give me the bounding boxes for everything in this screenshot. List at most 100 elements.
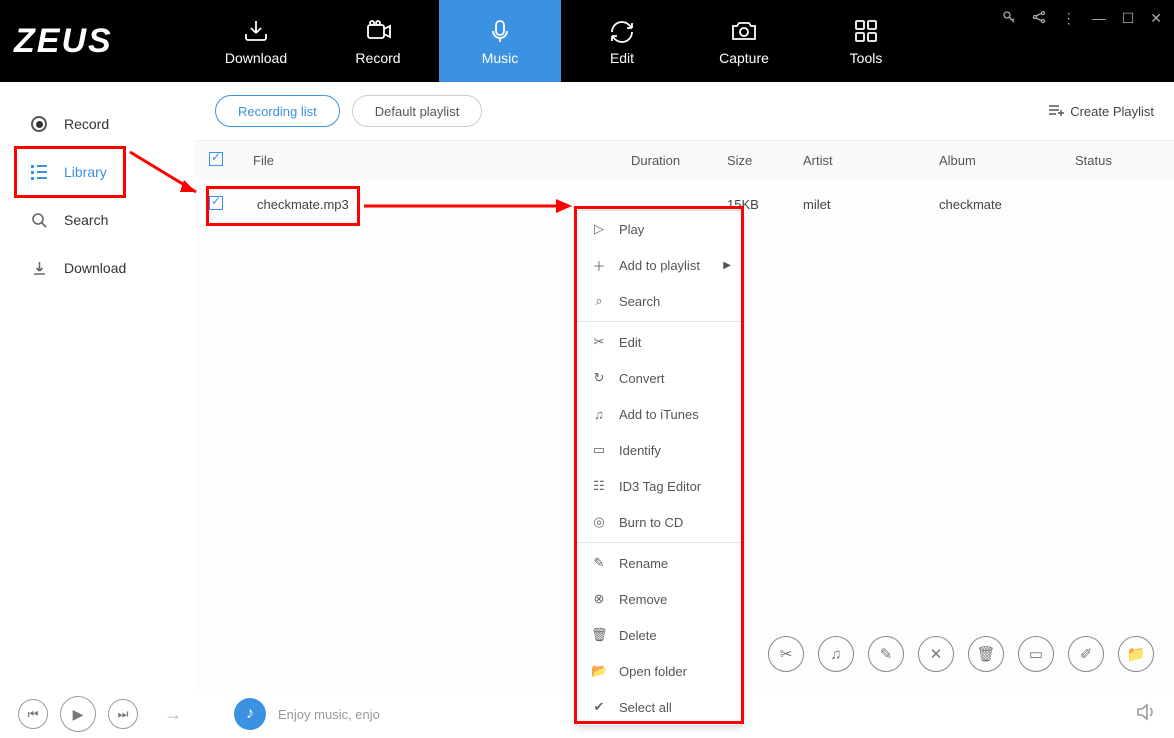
tool-id3-icon[interactable]: ▭ <box>1018 636 1054 672</box>
plus-icon: ＋ <box>591 256 607 275</box>
prev-button[interactable]: ⏮ <box>18 699 48 729</box>
close-icon[interactable]: ✕ <box>1150 10 1162 27</box>
record-icon <box>363 16 393 46</box>
tool-itunes-icon[interactable]: ♫ <box>818 636 854 672</box>
create-playlist-button[interactable]: Create Playlist <box>1048 103 1154 120</box>
sidebar-label: Library <box>64 164 107 180</box>
ctx-rename[interactable]: ✎Rename <box>577 545 741 581</box>
col-file[interactable]: File <box>253 153 631 168</box>
create-playlist-label: Create Playlist <box>1070 104 1154 119</box>
search-icon <box>30 211 48 229</box>
nav-edit[interactable]: Edit <box>561 0 683 82</box>
nav-label: Tools <box>850 50 883 66</box>
sidebar-item-record[interactable]: Record <box>0 100 195 148</box>
ctx-search[interactable]: ⌕Search <box>577 283 741 319</box>
cell-artist: milet <box>803 197 939 212</box>
col-artist[interactable]: Artist <box>803 153 939 168</box>
default-playlist-button[interactable]: Default playlist <box>352 95 483 127</box>
sidebar-item-library[interactable]: Library <box>0 148 195 196</box>
nav-music[interactable]: Music <box>439 0 561 82</box>
ctx-delete[interactable]: 🗑Delete <box>577 617 741 653</box>
convert-icon: ↻ <box>591 370 607 386</box>
sidebar-item-search[interactable]: Search <box>0 196 195 244</box>
ctx-select-all[interactable]: ✔Select all <box>577 689 741 725</box>
share-icon[interactable] <box>1032 10 1046 27</box>
ctx-edit[interactable]: ✂Edit <box>577 324 741 360</box>
identify-icon: ▭ <box>591 442 607 458</box>
table-header: File Duration Size Artist Album Status <box>195 140 1174 180</box>
col-duration[interactable]: Duration <box>631 153 727 168</box>
check-icon: ✔ <box>591 699 607 715</box>
row-checkbox[interactable] <box>209 196 223 210</box>
sidebar-label: Search <box>64 212 108 228</box>
tool-delete-icon[interactable]: 🗑 <box>968 636 1004 672</box>
key-icon[interactable] <box>1002 10 1016 27</box>
titlebar: ZEUS Download Record Music Edit <box>0 0 1174 82</box>
sidebar-label: Record <box>64 116 109 132</box>
menu-icon[interactable]: ⋮ <box>1062 10 1076 27</box>
nav-record[interactable]: Record <box>317 0 439 82</box>
ctx-open-folder[interactable]: 📂Open folder <box>577 653 741 689</box>
itunes-icon: ♫ <box>591 407 607 422</box>
trash-icon: 🗑 <box>591 627 607 643</box>
player-text: Enjoy music, enjo <box>278 707 380 722</box>
folder-icon: 📂 <box>591 663 607 679</box>
nav-capture[interactable]: Capture <box>683 0 805 82</box>
cell-file: checkmate.mp3 <box>253 197 631 212</box>
content-toolbar: Recording list Default playlist Create P… <box>195 82 1174 140</box>
chevron-right-icon: ▶ <box>723 260 731 271</box>
nav-label: Record <box>355 50 400 66</box>
maximize-icon[interactable]: ☐ <box>1122 10 1135 27</box>
sidebar: Record Library Search Download <box>0 82 195 690</box>
cd-icon: ◎ <box>591 514 607 530</box>
remove-icon: ⊗ <box>591 591 607 607</box>
pencil-icon: ✎ <box>591 555 607 571</box>
ctx-burn[interactable]: ◎Burn to CD <box>577 504 741 540</box>
ctx-convert[interactable]: ↻Convert <box>577 360 741 396</box>
shuffle-icon[interactable]: → <box>164 704 182 725</box>
ctx-play[interactable]: ▷Play <box>577 211 741 247</box>
sidebar-label: Download <box>64 260 126 276</box>
minimize-icon[interactable]: — <box>1092 10 1106 27</box>
nav-label: Edit <box>610 50 634 66</box>
sidebar-item-download[interactable]: Download <box>0 244 195 292</box>
tool-edit-icon[interactable]: ✎ <box>868 636 904 672</box>
logo: ZEUS <box>0 0 195 82</box>
tag-icon: ☷ <box>591 478 607 494</box>
playlist-plus-icon <box>1048 103 1064 120</box>
recording-list-button[interactable]: Recording list <box>215 95 340 127</box>
nav-tools[interactable]: Tools <box>805 0 927 82</box>
play-button[interactable]: ▶ <box>60 696 96 732</box>
tool-scissors-icon[interactable]: ✂ <box>768 636 804 672</box>
logo-text: ZEUS <box>14 22 113 61</box>
col-status[interactable]: Status <box>1075 153 1174 168</box>
download-small-icon <box>30 259 48 277</box>
navbar: Download Record Music Edit Capture <box>195 0 927 82</box>
note-icon: ♪ <box>234 698 266 730</box>
record-radio-icon <box>30 115 48 133</box>
next-button[interactable]: ⏭ <box>108 699 138 729</box>
nav-label: Capture <box>719 50 769 66</box>
nav-download[interactable]: Download <box>195 0 317 82</box>
ctx-id3[interactable]: ☷ID3 Tag Editor <box>577 468 741 504</box>
tool-remove-icon[interactable]: ✕ <box>918 636 954 672</box>
volume-icon[interactable] <box>1136 703 1156 726</box>
scissors-icon: ✂ <box>591 334 607 350</box>
tools-icon <box>851 16 881 46</box>
search-icon: ⌕ <box>591 293 607 309</box>
ctx-remove[interactable]: ⊗Remove <box>577 581 741 617</box>
nav-label: Download <box>225 50 287 66</box>
ctx-add-to-playlist[interactable]: ＋Add to playlist▶ <box>577 247 741 283</box>
tool-rename-icon[interactable]: ✐ <box>1068 636 1104 672</box>
bottom-tool-icons: ✂ ♫ ✎ ✕ 🗑 ▭ ✐ 📁 <box>768 636 1154 672</box>
col-size[interactable]: Size <box>727 153 803 168</box>
download-icon <box>241 16 271 46</box>
ctx-identify[interactable]: ▭Identify <box>577 432 741 468</box>
edit-icon <box>607 16 637 46</box>
nav-label: Music <box>482 50 519 66</box>
capture-icon <box>729 16 759 46</box>
col-album[interactable]: Album <box>939 153 1075 168</box>
ctx-add-to-itunes[interactable]: ♫Add to iTunes <box>577 396 741 432</box>
select-all-checkbox[interactable] <box>209 152 223 166</box>
tool-folder-icon[interactable]: 📁 <box>1118 636 1154 672</box>
